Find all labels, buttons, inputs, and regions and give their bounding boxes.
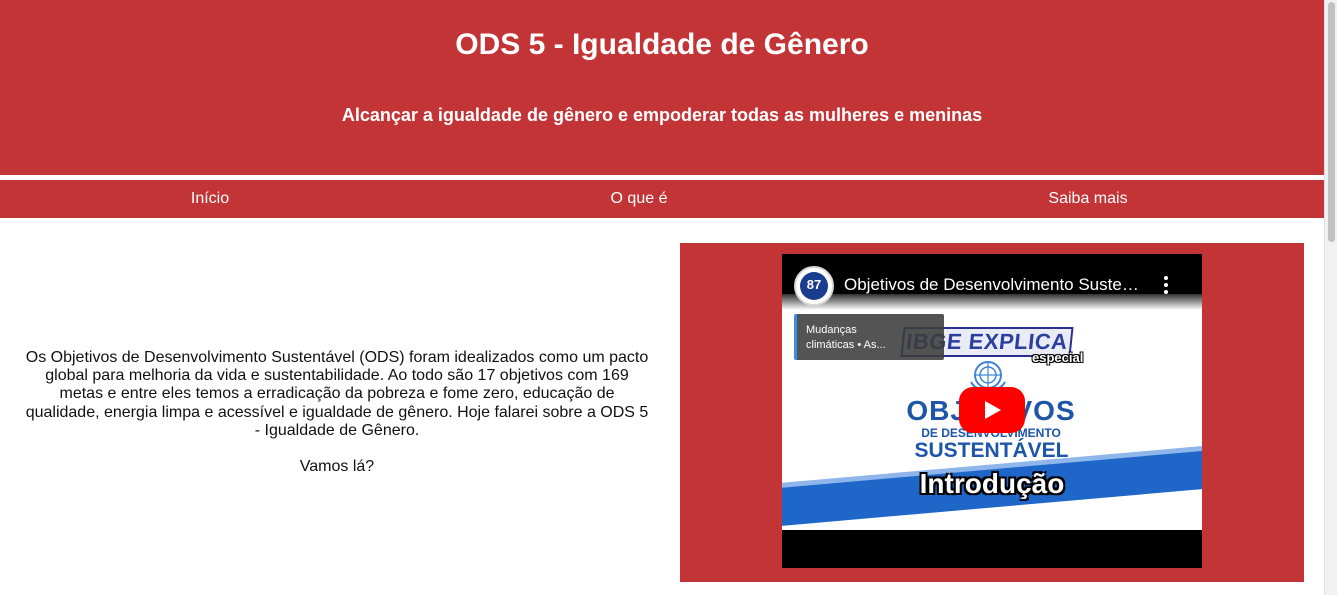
nav-link-inicio[interactable]: Início xyxy=(150,180,270,218)
nav-link-o-que-e[interactable]: O que é xyxy=(579,180,699,218)
play-icon xyxy=(985,401,1001,419)
main-nav: Início O que é Saiba mais xyxy=(0,180,1324,218)
page-subtitle: Alcançar a igualdade de gênero e empoder… xyxy=(341,105,983,125)
video-top-bar: 87 Objetivos de Desenvolvimento Sustentá… xyxy=(782,254,1202,310)
suggested-video-title-line1: Mudanças xyxy=(806,324,857,336)
nav-link-saiba-mais[interactable]: Saiba mais xyxy=(1018,180,1158,218)
suggested-video-title-line2: climáticas • As... xyxy=(806,339,886,351)
more-options-icon[interactable] xyxy=(1160,276,1172,294)
channel-badge: 87 xyxy=(806,277,822,292)
page-scrollbar[interactable] xyxy=(1324,0,1337,595)
scrollbar-thumb[interactable] xyxy=(1328,2,1335,242)
page: ODS 5 - Igualdade de Gênero Alcançar a i… xyxy=(0,0,1337,595)
intro-paragraph: Os Objetivos de Desenvolvimento Sustentá… xyxy=(25,349,649,439)
intro-closing: Vamos lá? xyxy=(299,458,375,476)
intro-text: Os Objetivos de Desenvolvimento Sustentá… xyxy=(22,349,652,476)
channel-logo-icon: 87 xyxy=(800,272,828,300)
thumbnail-episode: Introdução xyxy=(919,468,1065,499)
video-panel: IBGE EXPLICA especial OBJETIVOS DE DESEN… xyxy=(680,243,1304,582)
site-header: ODS 5 - Igualdade de Gênero Alcançar a i… xyxy=(0,0,1324,175)
channel-avatar[interactable]: 87 xyxy=(794,266,834,306)
thumbnail-badge: especial xyxy=(1032,350,1084,365)
youtube-embed[interactable]: IBGE EXPLICA especial OBJETIVOS DE DESEN… xyxy=(782,254,1202,568)
play-button[interactable] xyxy=(959,387,1025,433)
suggested-video-card[interactable]: Mudanças climáticas • As... xyxy=(794,314,944,360)
video-title[interactable]: Objetivos de Desenvolvimento Sustentável xyxy=(844,274,1144,296)
page-title: ODS 5 - Igualdade de Gênero xyxy=(455,28,869,61)
